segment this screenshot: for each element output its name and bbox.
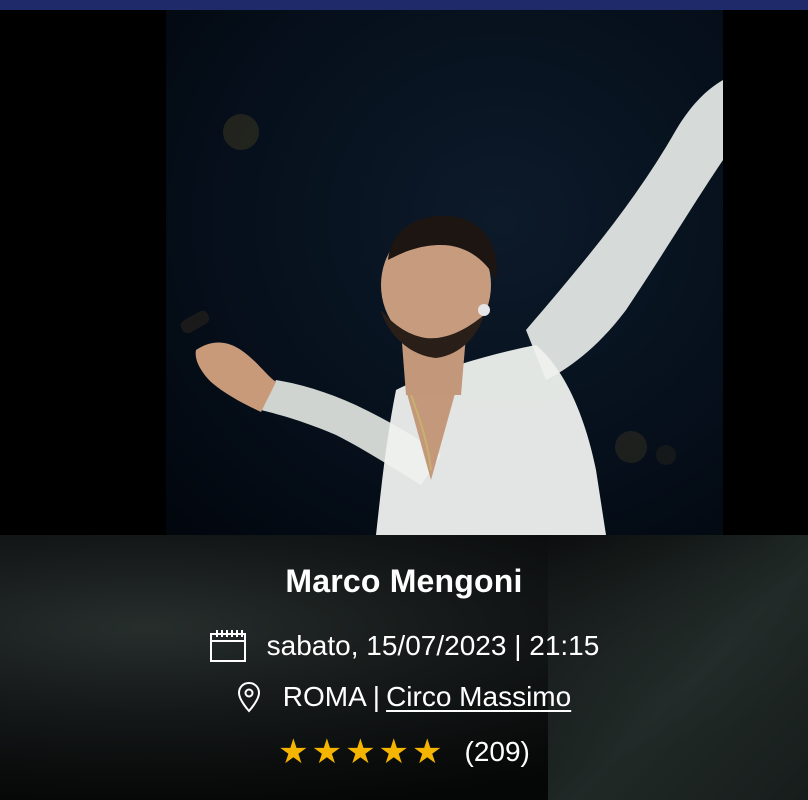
venue-separator: | [372,681,381,712]
venue-link[interactable]: Circo Massimo [386,681,571,713]
calendar-icon [209,629,247,663]
event-date-row: sabato, 15/07/2023 | 21:15 [0,629,808,663]
event-info-panel: Marco Mengoni sabato, 15/07/2023 | 21:15 [0,535,808,800]
star-icon: ★ [278,733,309,771]
event-page: Marco Mengoni sabato, 15/07/2023 | 21:15 [0,0,808,800]
star-icon: ★ [345,733,376,771]
event-venue-row: ROMA | Circo Massimo [0,681,808,713]
app-top-bar [0,0,808,10]
event-date-text: sabato, 15/07/2023 | 21:15 [266,630,600,661]
rating-stars: ★ ★ ★ ★ ★ [278,735,442,769]
star-icon: ★ [311,733,343,771]
event-city: ROMA [282,681,367,712]
artist-photo[interactable] [166,10,723,535]
event-title: Marco Mengoni [285,563,523,599]
star-icon: ★ [412,733,443,771]
rating-count: (209) [464,736,530,767]
event-rating-row[interactable]: ★ ★ ★ ★ ★ (209) [0,735,808,769]
event-hero [0,10,808,535]
star-icon: ★ [378,733,410,771]
map-pin-icon [237,681,261,713]
artist-photo-illustration [180,80,723,535]
